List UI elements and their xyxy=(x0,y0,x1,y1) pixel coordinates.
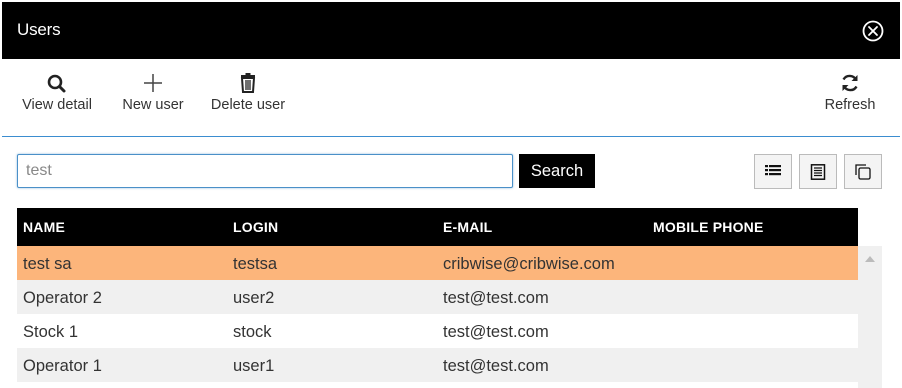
column-header-login[interactable]: LOGIN xyxy=(233,219,278,235)
cell-email: test@test.com xyxy=(443,323,549,341)
detail-view-icon xyxy=(810,164,826,180)
column-header-email[interactable]: E-MAIL xyxy=(443,219,492,235)
toolbar: View detail New user Delete user Refresh xyxy=(2,59,900,137)
table-scrollbar[interactable] xyxy=(858,246,882,388)
delete-user-label: Delete user xyxy=(210,97,286,113)
cell-name: Stock 1 xyxy=(23,323,79,341)
view-detail-button[interactable]: View detail xyxy=(20,59,94,135)
copy-icon xyxy=(855,164,871,180)
table-row[interactable]: Operator 1 user1 test@test.com xyxy=(17,348,858,382)
cell-login: stock xyxy=(233,323,272,341)
cell-name: Operator 1 xyxy=(23,357,102,375)
table-row[interactable]: Operator 2 user2 test@test.com xyxy=(17,280,858,314)
search-icon xyxy=(47,74,66,93)
cell-email: test@test.com xyxy=(443,289,549,307)
table-header: NAME LOGIN E-MAIL MOBILE PHONE xyxy=(17,208,858,246)
cell-login: user2 xyxy=(233,289,275,307)
cell-email: test@test.com xyxy=(443,357,549,375)
plus-icon xyxy=(144,74,162,92)
window-title: Users xyxy=(17,20,61,39)
scroll-up-icon[interactable] xyxy=(865,256,875,262)
new-user-label: New user xyxy=(122,97,184,113)
detail-view-button[interactable] xyxy=(799,154,837,189)
users-table: NAME LOGIN E-MAIL MOBILE PHONE test sa t… xyxy=(17,208,858,382)
cell-name: test sa xyxy=(23,255,72,273)
new-user-button[interactable]: New user xyxy=(120,59,186,135)
refresh-label: Refresh xyxy=(824,97,876,113)
trash-icon xyxy=(240,73,256,93)
list-view-button[interactable] xyxy=(754,154,792,189)
search-button[interactable]: Search xyxy=(519,154,595,188)
delete-user-button[interactable]: Delete user xyxy=(209,59,287,135)
search-input[interactable] xyxy=(17,154,513,188)
view-detail-label: View detail xyxy=(22,97,92,113)
cell-login: testsa xyxy=(233,255,278,273)
list-view-icon xyxy=(765,165,781,176)
column-header-name[interactable]: NAME xyxy=(23,219,65,235)
cell-name: Operator 2 xyxy=(23,289,102,307)
table-row[interactable]: Stock 1 stock test@test.com xyxy=(17,314,858,348)
window-titlebar: Users xyxy=(2,2,900,59)
close-icon[interactable] xyxy=(862,20,884,42)
copy-view-button[interactable] xyxy=(844,154,882,189)
cell-email: cribwise@cribwise.com xyxy=(443,255,615,273)
refresh-icon xyxy=(842,74,858,92)
column-header-mobile-phone[interactable]: MOBILE PHONE xyxy=(653,219,764,235)
table-row[interactable]: test sa testsa cribwise@cribwise.com xyxy=(17,246,858,280)
cell-login: user1 xyxy=(233,357,275,375)
refresh-button[interactable]: Refresh xyxy=(822,59,878,135)
